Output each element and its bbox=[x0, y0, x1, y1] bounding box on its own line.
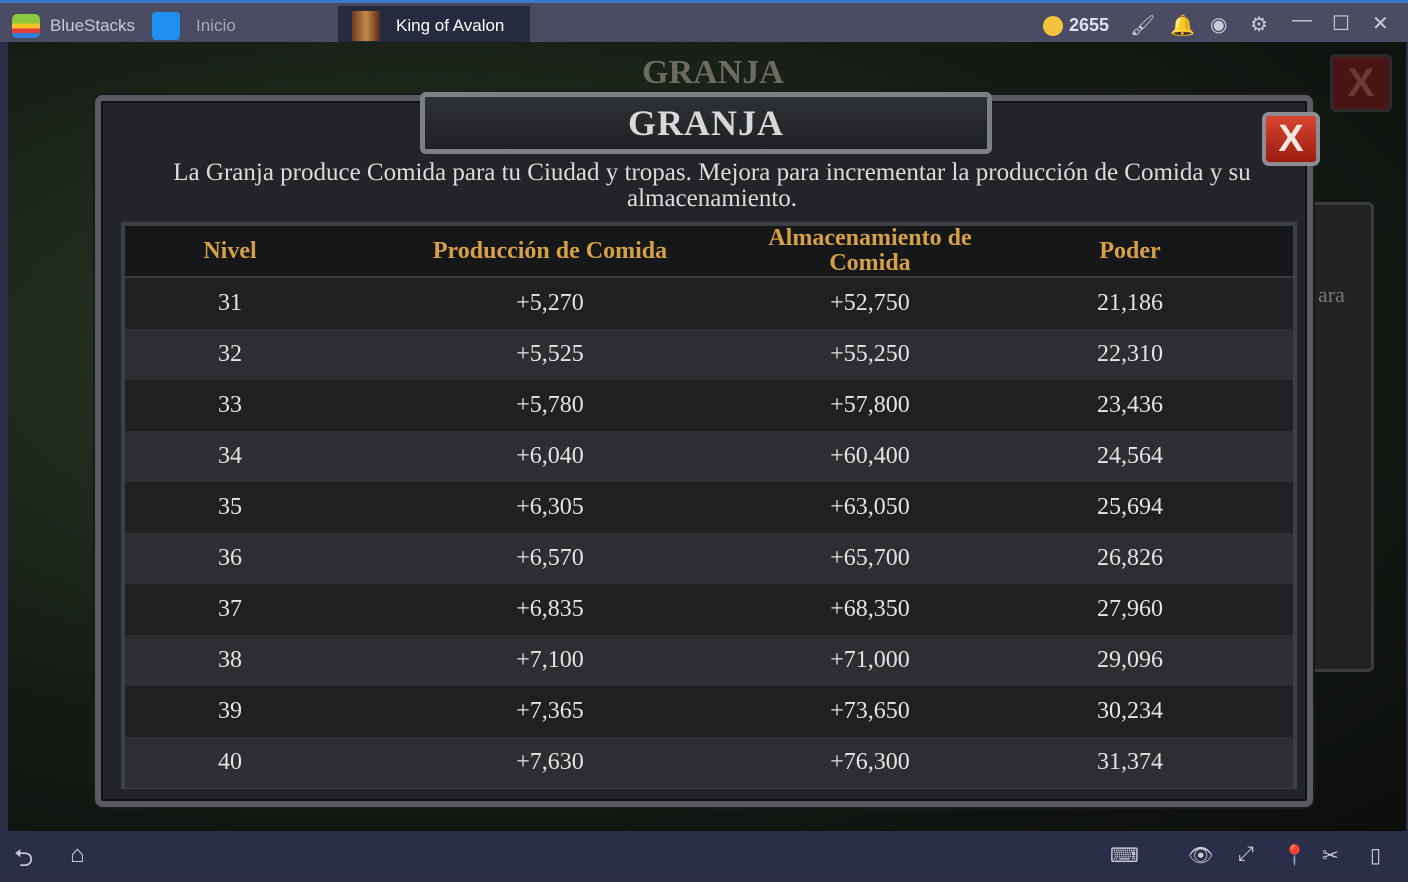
game-icon bbox=[352, 10, 380, 41]
background-close-icon: X bbox=[1330, 54, 1392, 112]
table-cell: 32 bbox=[218, 341, 242, 367]
brush-icon[interactable]: 🖌 bbox=[1130, 13, 1155, 38]
table-cell: 31 bbox=[218, 290, 242, 316]
table-cell: 39 bbox=[218, 698, 242, 724]
minimize-icon[interactable]: — bbox=[1292, 9, 1312, 32]
table-cell: +6,835 bbox=[516, 596, 584, 622]
table-cell: +5,780 bbox=[516, 392, 584, 418]
table-cell: +6,570 bbox=[516, 545, 584, 571]
table-cell: +5,270 bbox=[516, 290, 584, 316]
table-row: 38 +7,100 +71,000 29,096 bbox=[125, 635, 1293, 686]
account-icon[interactable]: ◉ bbox=[1210, 12, 1227, 37]
dialog-description: La Granja produce Comida para tu Ciudad … bbox=[173, 159, 1251, 212]
column-header: Almacenamiento de Comida bbox=[768, 225, 972, 276]
table-cell: +57,800 bbox=[830, 392, 910, 418]
bluestacks-logo[interactable]: BlueStacks bbox=[12, 6, 135, 45]
table-cell: +7,630 bbox=[516, 749, 584, 775]
close-button[interactable]: X bbox=[1262, 112, 1320, 166]
location-icon[interactable]: 📍 bbox=[1282, 843, 1307, 868]
game-view: GRANJA X ara GRANJA X La Granja produce … bbox=[8, 42, 1406, 831]
fullscreen-icon[interactable]: ⤢ bbox=[1238, 843, 1254, 866]
background-panel bbox=[1308, 202, 1374, 672]
table-cell: 29,096 bbox=[1097, 647, 1163, 673]
table-row: 40 +7,630 +76,300 31,374 bbox=[125, 737, 1293, 788]
table-cell: 34 bbox=[218, 443, 242, 469]
table-cell: +73,650 bbox=[830, 698, 910, 724]
table-cell: 30,234 bbox=[1097, 698, 1163, 724]
bluestacks-icon bbox=[12, 13, 40, 38]
bell-icon[interactable]: 🔔 bbox=[1170, 13, 1195, 38]
tab-label: Inicio bbox=[196, 15, 236, 35]
table-cell: 33 bbox=[218, 392, 242, 418]
table-row: 33 +5,780 +57,800 23,436 bbox=[125, 380, 1293, 431]
table-row: 39 +7,365 +73,650 30,234 bbox=[125, 686, 1293, 737]
level-table: Nivel Producción de Comida Almacenamient… bbox=[121, 222, 1297, 789]
table-row: 31 +5,270 +52,750 21,186 bbox=[125, 278, 1293, 329]
table-row: 32 +5,525 +55,250 22,310 bbox=[125, 329, 1293, 380]
table-row: 35 +6,305 +63,050 25,694 bbox=[125, 482, 1293, 533]
scissors-icon[interactable]: ✂ bbox=[1322, 843, 1339, 868]
table-cell: 25,694 bbox=[1097, 494, 1163, 520]
rotate-icon[interactable]: ▯ bbox=[1370, 843, 1381, 868]
table-cell: 36 bbox=[218, 545, 242, 571]
table-cell: +76,300 bbox=[830, 749, 910, 775]
table-cell: +7,365 bbox=[516, 698, 584, 724]
home-icon[interactable]: ⌂ bbox=[70, 841, 85, 869]
eye-icon[interactable]: 👁 bbox=[1188, 843, 1213, 868]
back-icon[interactable]: ⮌ bbox=[14, 841, 33, 882]
table-cell: +63,050 bbox=[830, 494, 910, 520]
table-cell: 27,960 bbox=[1097, 596, 1163, 622]
title-bar: BlueStacks Inicio King of Avalon 2655 🖌 … bbox=[0, 0, 1408, 45]
column-header: Nivel bbox=[203, 237, 257, 264]
table-row: 37 +6,835 +68,350 27,960 bbox=[125, 584, 1293, 635]
table-cell: 35 bbox=[218, 494, 242, 520]
table-cell: +7,100 bbox=[516, 647, 584, 673]
tab-label: King of Avalon bbox=[396, 15, 505, 35]
table-cell: +5,525 bbox=[516, 341, 584, 367]
table-cell: 22,310 bbox=[1097, 341, 1163, 367]
table-cell: 31,374 bbox=[1097, 749, 1163, 775]
table-row: 34 +6,040 +60,400 24,564 bbox=[125, 431, 1293, 482]
home-icon bbox=[152, 11, 180, 40]
table-cell: 21,186 bbox=[1097, 290, 1163, 316]
table-cell: +60,400 bbox=[830, 443, 910, 469]
table-body: 31 +5,270 +52,750 21,186 32 +5,525 +55,250 22,3… bbox=[125, 278, 1293, 788]
table-cell: 24,564 bbox=[1097, 443, 1163, 469]
dialog-title: GRANJA bbox=[420, 92, 992, 154]
gear-icon[interactable]: ⚙ bbox=[1250, 12, 1268, 37]
bottom-bar: ⮌ ⌂ ⌨ 👁 ⤢ 📍 ✂ ▯ bbox=[0, 831, 1408, 878]
background-text: ara bbox=[1318, 282, 1345, 307]
keyboard-icon[interactable]: ⌨ bbox=[1110, 843, 1139, 868]
table-cell: +52,750 bbox=[830, 290, 910, 316]
app-name: BlueStacks bbox=[50, 15, 136, 35]
table-cell: +65,700 bbox=[830, 545, 910, 571]
table-cell: 38 bbox=[218, 647, 242, 673]
background-title: GRANJA bbox=[642, 54, 784, 91]
table-cell: +71,000 bbox=[830, 647, 910, 673]
coin-icon bbox=[1043, 15, 1063, 36]
table-cell: 37 bbox=[218, 596, 242, 622]
table-cell: +68,350 bbox=[830, 596, 910, 622]
table-cell: +6,040 bbox=[516, 443, 584, 469]
close-icon[interactable]: ✕ bbox=[1372, 11, 1389, 36]
table-cell: 40 bbox=[218, 749, 242, 775]
column-header: Producción de Comida bbox=[432, 237, 668, 264]
table-row: 36 +6,570 +65,700 26,826 bbox=[125, 533, 1293, 584]
table-header: Nivel Producción de Comida Almacenamient… bbox=[125, 226, 1293, 278]
table-cell: 23,436 bbox=[1097, 392, 1163, 418]
tab-king-of-avalon[interactable]: King of Avalon bbox=[338, 6, 530, 45]
table-cell: +55,250 bbox=[830, 341, 910, 367]
tab-inicio[interactable]: Inicio bbox=[152, 6, 332, 45]
table-cell: 26,826 bbox=[1097, 545, 1163, 571]
coin-balance[interactable]: 2655 bbox=[1043, 6, 1109, 45]
table-cell: +6,305 bbox=[516, 494, 584, 520]
column-header: Poder bbox=[1099, 237, 1161, 264]
maximize-icon[interactable]: ☐ bbox=[1332, 11, 1350, 36]
coin-count: 2655 bbox=[1069, 15, 1110, 35]
